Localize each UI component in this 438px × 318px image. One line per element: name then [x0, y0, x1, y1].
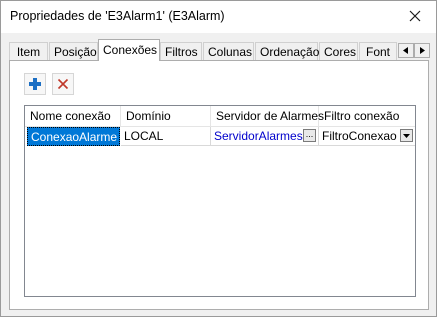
- add-connection-button[interactable]: [24, 73, 46, 95]
- remove-connection-button[interactable]: [52, 73, 74, 95]
- tab-label: Posição: [54, 45, 97, 59]
- cell-alarm-server[interactable]: ServidorAlarmes1 ...: [211, 127, 319, 146]
- tab-font[interactable]: Font: [359, 42, 397, 60]
- tab-cores[interactable]: Cores: [319, 42, 358, 60]
- triangle-left-icon: [403, 47, 408, 54]
- window-title: Propriedades de 'E3Alarm1' (E3Alarm): [10, 9, 225, 23]
- cell-connection-name[interactable]: ConexaoAlarme: [27, 127, 120, 146]
- tab-label: Conexões: [103, 43, 158, 57]
- triangle-right-icon: [420, 47, 425, 54]
- tab-panel-conexoes: Nome conexão Domínio Servidor de Alarmes…: [9, 60, 429, 310]
- alarm-server-value: ServidorAlarmes1: [214, 129, 310, 143]
- chevron-down-icon: [403, 133, 410, 138]
- tab-colunas[interactable]: Colunas: [203, 42, 254, 60]
- x-icon: [57, 78, 69, 90]
- connections-grid[interactable]: Nome conexão Domínio Servidor de Alarmes…: [24, 105, 416, 297]
- tab-label: Font: [365, 45, 390, 59]
- column-header-filtro-conexao[interactable]: Filtro conexão: [319, 106, 415, 127]
- grid-header: Nome conexão Domínio Servidor de Alarmes…: [25, 106, 415, 127]
- tab-scroll-left-button[interactable]: [398, 43, 414, 58]
- tab-label: Ordenação: [260, 45, 320, 59]
- table-row[interactable]: ConexaoAlarme LOCAL ServidorAlarmes1 ...…: [25, 127, 415, 146]
- column-header-nome-conexao[interactable]: Nome conexão: [25, 106, 121, 127]
- tab-label: Item: [16, 45, 41, 59]
- title-bar[interactable]: Propriedades de 'E3Alarm1' (E3Alarm): [1, 1, 436, 33]
- cell-connection-filter[interactable]: FiltroConexao: [319, 127, 415, 146]
- column-header-servidor-alarmes[interactable]: Servidor de Alarmes: [211, 106, 324, 127]
- close-icon: [409, 10, 421, 22]
- tab-label: Filtros: [165, 45, 198, 59]
- tab-label: Cores: [324, 45, 357, 59]
- close-button[interactable]: [402, 5, 428, 27]
- tab-scroll-right-button[interactable]: [414, 43, 430, 58]
- plus-icon: [29, 78, 41, 90]
- filter-dropdown-button[interactable]: [400, 129, 413, 142]
- tab-posicao[interactable]: Posição: [49, 42, 98, 60]
- tab-label: Colunas: [208, 45, 253, 59]
- tab-ordenacao[interactable]: Ordenação: [255, 42, 320, 60]
- tab-filtros[interactable]: Filtros: [160, 42, 202, 60]
- connection-filter-value: FiltroConexao: [322, 129, 397, 143]
- cell-domain[interactable]: LOCAL: [121, 127, 211, 146]
- column-header-dominio[interactable]: Domínio: [121, 106, 211, 127]
- tab-item[interactable]: Item: [9, 42, 48, 60]
- browse-server-button[interactable]: ...: [303, 129, 316, 142]
- tab-conexoes[interactable]: Conexões: [98, 39, 160, 61]
- properties-dialog: Propriedades de 'E3Alarm1' (E3Alarm) Ite…: [0, 0, 437, 317]
